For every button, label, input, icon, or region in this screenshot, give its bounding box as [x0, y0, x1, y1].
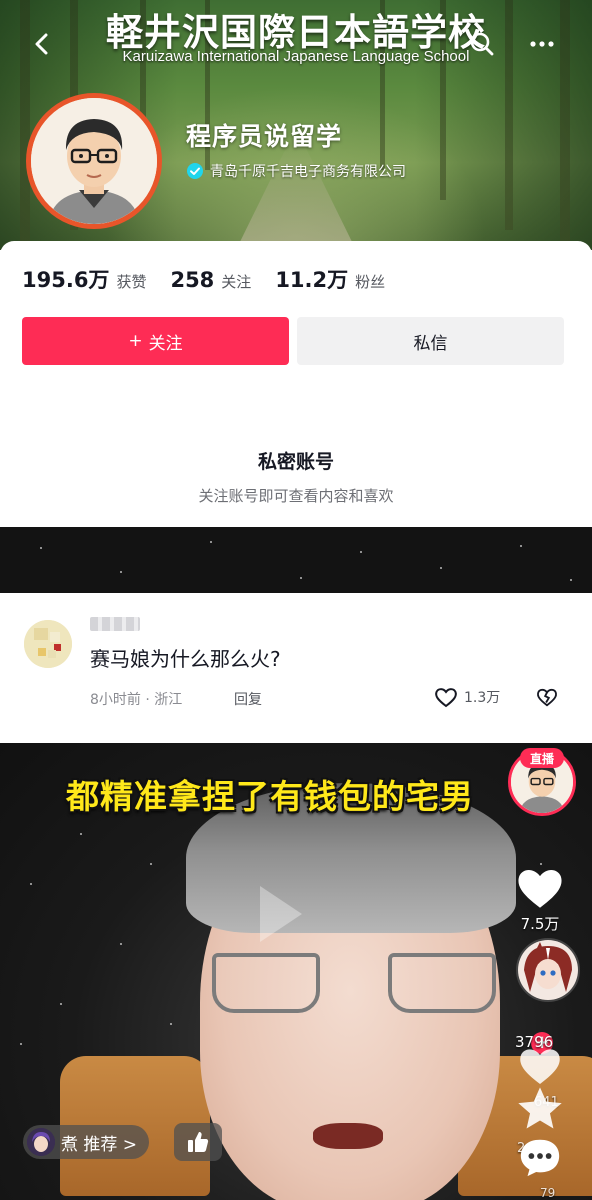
star-dot — [210, 541, 212, 543]
star-dot — [80, 833, 82, 835]
cartoon-avatar-image — [31, 98, 157, 224]
recommend-pill[interactable]: 煮 推荐 > — [23, 1125, 150, 1159]
star-dot — [30, 883, 32, 885]
star-dot — [570, 579, 572, 581]
commenter-avatar[interactable] — [24, 620, 72, 668]
follow-label: 关注 — [148, 333, 183, 354]
search-icon — [470, 32, 494, 56]
star-dot — [20, 1043, 22, 1045]
video-like-button[interactable]: 7.5万 — [508, 863, 572, 934]
followers-label: 粉丝 — [355, 273, 386, 291]
chevron-left-icon — [35, 33, 48, 55]
banner-road — [236, 140, 356, 250]
video-favorite-button[interactable] — [508, 1043, 572, 1087]
video-caption: 都精准拿捏了有钱包的宅男 — [66, 777, 474, 816]
comment-location: · 浙江 — [145, 692, 183, 708]
likes-count[interactable]: 195.6万 — [22, 264, 109, 294]
comment-text: 赛马娘为什么那么火? — [90, 647, 281, 671]
school-subtitle: Karuizawa International Japanese Languag… — [122, 48, 470, 65]
verification-row[interactable]: 青岛千原千吉电子商务有限公司 — [186, 161, 406, 181]
comment-like-button[interactable]: 1.3万 — [434, 686, 500, 708]
star-dot — [300, 577, 302, 579]
message-label: 私信 — [413, 333, 448, 354]
private-account-description: 关注账号即可查看内容和喜欢 — [198, 487, 394, 505]
message-button[interactable]: 私信 — [297, 317, 564, 365]
video-extra-count-partial: 79 — [540, 1186, 556, 1200]
comment-like-count: 1.3万 — [464, 690, 501, 706]
heart-icon — [520, 1049, 560, 1084]
reply-button[interactable]: 回复 — [234, 689, 262, 709]
star-dot — [360, 551, 362, 553]
anime-avatar-image — [518, 940, 578, 1000]
search-button[interactable] — [466, 28, 498, 60]
more-dots-icon — [530, 41, 554, 47]
anime-avatar-image — [27, 1128, 55, 1156]
comment-dislike-button[interactable] — [536, 686, 558, 712]
heart-outline-icon — [435, 688, 457, 708]
following-label: 关注 — [221, 273, 252, 291]
comment-time: 8小时前 — [90, 692, 141, 708]
glasses-lens-left — [212, 953, 320, 1013]
following-count[interactable]: 258 — [170, 268, 214, 292]
glasses-lens-right — [388, 953, 496, 1013]
comment-item: 赛马娘为什么那么火? 8小时前 · 浙江 回复 1.3万 — [0, 593, 592, 738]
video-comments-button[interactable] — [508, 1135, 572, 1179]
star-dot — [40, 547, 42, 549]
more-button[interactable] — [526, 28, 558, 60]
thumbs-up-button[interactable] — [174, 1123, 222, 1161]
presenter-mouth — [313, 1123, 383, 1149]
star-icon — [518, 1087, 562, 1129]
recommend-avatar — [27, 1128, 55, 1156]
star-dot — [120, 943, 122, 945]
verified-check-icon — [187, 163, 203, 179]
video-like-count: 7.5万 — [520, 915, 560, 933]
play-icon[interactable] — [256, 882, 306, 946]
star-dot — [60, 1003, 62, 1005]
followers-count[interactable]: 11.2万 — [275, 264, 348, 294]
recommender-avatar[interactable] — [516, 938, 580, 1002]
star-dot — [170, 1023, 172, 1025]
commenter-username-blurred[interactable] — [90, 617, 140, 631]
profile-avatar[interactable] — [26, 93, 162, 229]
comment-bubble-icon — [520, 1139, 560, 1177]
star-dot — [150, 863, 152, 865]
plus-icon: + — [128, 331, 143, 351]
broken-heart-icon — [537, 688, 557, 707]
live-badge: 直播 — [520, 748, 564, 768]
back-button[interactable] — [26, 28, 58, 60]
video-player[interactable]: 都精准拿捏了有钱包的宅男 直播 7.5万 + 3796 2 79 煮 推荐 > — [0, 743, 592, 1200]
video-star-button[interactable] — [508, 1083, 572, 1135]
thumbs-up-icon — [188, 1132, 209, 1152]
profile-name: 程序员说留学 — [186, 122, 343, 151]
profile-card: 195.6万 获赞 258 关注 11.2万 粉丝 + 关注 私信 私密账号 关… — [0, 241, 592, 527]
video-preview-strip[interactable] — [0, 527, 592, 593]
comment-meta: 8小时前 · 浙江 — [90, 689, 182, 709]
private-account-title: 私密账号 — [257, 451, 334, 473]
star-dot — [440, 567, 442, 569]
pixel-avatar-image — [24, 620, 72, 668]
follow-button[interactable]: + 关注 — [22, 317, 289, 365]
profile-banner: 軽井沢国際日本語学校 Karuizawa International Japan… — [0, 0, 592, 250]
verified-company-name: 青岛千原千吉电子商务有限公司 — [210, 164, 406, 180]
recommend-label: 煮 推荐 > — [61, 1134, 138, 1155]
stats-row: 195.6万 获赞 258 关注 11.2万 粉丝 — [22, 264, 409, 294]
star-dot — [120, 571, 122, 573]
heart-icon — [518, 869, 562, 908]
likes-label: 获赞 — [116, 273, 147, 291]
star-dot — [520, 545, 522, 547]
